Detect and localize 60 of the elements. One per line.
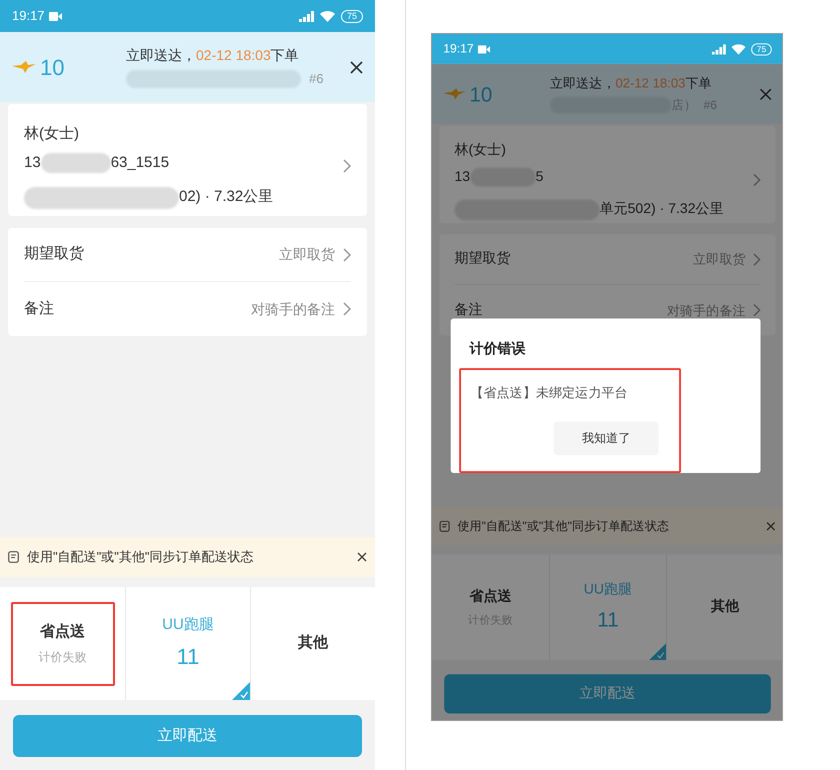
carrier-option[interactable]: UU跑腿 11	[136, 602, 240, 686]
chevron-right-icon	[343, 159, 351, 173]
order-summary: 立即送达，02-12 18:03下单	[550, 74, 713, 92]
setting-label: 备注	[24, 298, 54, 319]
setting-value[interactable]: 立即取货	[693, 249, 746, 269]
notice-text: 使用"自配送"或"其他"同步订单配送状态	[27, 548, 254, 566]
order-number: 10	[40, 54, 66, 82]
deliver-now-button[interactable]: 立即配送	[444, 674, 771, 714]
wifi-icon	[320, 10, 335, 22]
redaction-blur	[40, 153, 111, 173]
close-icon[interactable]	[350, 60, 363, 74]
order-tag: #6	[309, 69, 324, 89]
setting-label: 备注	[454, 300, 483, 320]
customer-name: 林(女士)	[24, 124, 80, 144]
chevron-right-icon	[343, 248, 351, 262]
delivery-address: 02) · 7.32公里	[179, 187, 274, 208]
delivery-address: 单元502) · 7.32公里	[600, 200, 724, 219]
bird-icon	[443, 88, 466, 100]
chevron-right-icon	[343, 302, 351, 316]
status-time: 19:17	[12, 7, 45, 26]
phone-number: 5	[536, 168, 544, 186]
close-icon[interactable]	[760, 88, 772, 100]
carrier-option[interactable]: 省点送 计价失败	[10, 602, 114, 686]
carrier-option[interactable]: 其他	[261, 602, 365, 686]
close-icon[interactable]	[766, 522, 776, 532]
setting-value[interactable]: 对骑手的备注	[251, 298, 335, 320]
customer-name: 林(女士)	[454, 140, 507, 160]
phone-number: 13	[454, 168, 470, 186]
chevron-right-icon	[753, 173, 761, 187]
signal-icon	[298, 10, 314, 22]
dialog-message: 【省点送】未绑定运力平台	[469, 384, 629, 402]
setting-label: 期望取货	[454, 249, 511, 268]
order-summary: 立即送达，02-12 18:03下单	[126, 46, 300, 66]
order-number: 10	[469, 81, 494, 108]
document-icon	[440, 520, 450, 532]
bird-icon	[12, 61, 36, 73]
setting-value[interactable]: 对骑手的备注	[666, 300, 746, 320]
battery-indicator: 75	[751, 42, 772, 56]
phone-number: 13	[24, 152, 41, 173]
customer-card[interactable]: 林(女士) 13 5 单元502) · 7.32公里	[440, 126, 776, 224]
signal-icon	[712, 44, 726, 54]
setting-value[interactable]: 立即取货	[279, 244, 335, 265]
notice-text: 使用"自配送"或"其他"同步订单配送状态	[457, 518, 670, 536]
video-camera-icon	[48, 12, 62, 20]
customer-card[interactable]: 林(女士) 13 63_1515 02) · 7.32公里	[8, 104, 367, 216]
video-camera-icon	[477, 44, 490, 54]
chevron-right-icon	[753, 304, 761, 317]
carrier-option[interactable]: 其他	[676, 568, 774, 647]
setting-label: 期望取货	[24, 244, 84, 264]
phone-number: 63_1515	[110, 152, 170, 173]
close-icon[interactable]	[357, 552, 367, 562]
carrier-option[interactable]: UU跑腿 11	[559, 568, 657, 647]
document-icon	[8, 551, 19, 563]
battery-indicator: 75	[340, 10, 363, 22]
wifi-icon	[732, 44, 746, 54]
deliver-now-button[interactable]: 立即配送	[13, 715, 362, 757]
status-time: 19:17	[443, 40, 474, 58]
acknowledge-button[interactable]: 我知道了	[554, 421, 658, 455]
chevron-right-icon	[753, 252, 761, 266]
dialog-title: 计价错误	[469, 340, 527, 359]
